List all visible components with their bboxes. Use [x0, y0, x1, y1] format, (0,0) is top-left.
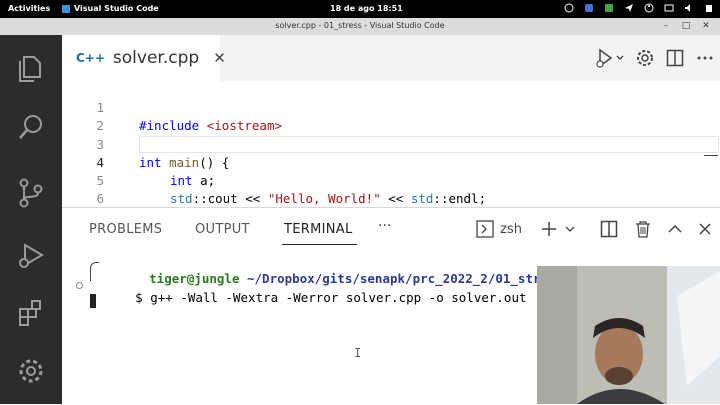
editor: C++ solver.cpp ✕ 1 #include <iostream> 2… — [62, 35, 720, 205]
code-line: 3 int main() { — [62, 118, 720, 170]
maximize-panel-icon[interactable] — [660, 216, 690, 242]
editor-tabs: C++ solver.cpp ✕ — [62, 35, 720, 81]
maximize-icon[interactable]: □ — [680, 20, 692, 32]
code-line: 6 return 0; — [62, 172, 720, 205]
extensions-icon[interactable] — [15, 297, 47, 329]
code-line: 5 std::cout << "Hello, World!" << std::e… — [62, 154, 720, 205]
settings-gear-icon[interactable] — [630, 35, 660, 81]
window-title-bar[interactable]: solver.cpp - 01_stress - Visual Studio C… — [0, 18, 720, 36]
chevron-down-icon[interactable] — [562, 216, 592, 242]
gnome-top-bar: Activities Visual Studio Code 18 de ago … — [0, 0, 720, 18]
trash-icon[interactable] — [626, 216, 660, 242]
system-tray[interactable] — [564, 3, 714, 13]
activities-button[interactable]: Activities — [8, 4, 50, 13]
split-editor-icon[interactable] — [660, 35, 690, 81]
terminal-selector[interactable]: zsh — [476, 216, 536, 242]
editor-tab-label: solver.cpp — [112, 48, 200, 68]
accessibility-icon[interactable] — [644, 3, 654, 13]
terminal-cursor — [90, 294, 96, 308]
tray-app-icon[interactable] — [564, 3, 574, 13]
run-debug-button[interactable] — [590, 35, 630, 81]
gear-icon[interactable] — [15, 355, 47, 387]
editor-tab-solver[interactable]: C++ solver.cpp ✕ — [62, 35, 226, 81]
tab-output[interactable]: OUTPUT — [195, 222, 250, 237]
clock[interactable]: 18 de ago 18:51 — [330, 4, 403, 13]
code-line-active: 4 int a; — [62, 136, 720, 188]
terminal-actions: zsh — [476, 216, 720, 242]
volume-icon[interactable] — [684, 3, 694, 13]
close-icon[interactable]: ✕ — [213, 49, 226, 67]
cpp-file-icon: C++ — [76, 51, 105, 65]
tray-app-icon-3[interactable] — [604, 3, 614, 13]
tab-terminal[interactable]: TERMINAL — [284, 222, 353, 237]
new-terminal-icon[interactable] — [536, 216, 562, 242]
terminal-command-line: $ g++ -Wall -Wextra -Werror solver.cpp -… — [90, 275, 527, 320]
activity-bar — [0, 35, 62, 404]
tab-problems[interactable]: PROBLEMS — [89, 222, 162, 237]
search-icon[interactable] — [15, 111, 47, 143]
mouse-ibeam-cursor: I — [354, 346, 362, 360]
code-area[interactable]: 1 #include <iostream> 2 3 int main() { 4… — [62, 81, 720, 205]
send-icon[interactable] — [624, 3, 634, 13]
run-debug-icon[interactable] — [15, 239, 47, 271]
window-title: solver.cpp - 01_stress - Visual Studio C… — [275, 21, 445, 30]
files-icon[interactable] — [15, 51, 47, 83]
prompt-symbol: $ — [135, 290, 143, 305]
minimize-icon[interactable]: – — [660, 20, 672, 32]
code-line: 7 } — [62, 190, 720, 205]
panel-tabs: PROBLEMS OUTPUT TERMINAL ··· zsh — [62, 208, 720, 248]
more-panels-icon[interactable]: ··· — [378, 218, 391, 234]
vscode-icon — [62, 4, 70, 13]
active-tab-indicator — [282, 244, 357, 245]
terminal-command: g++ -Wall -Wextra -Werror solver.cpp -o … — [150, 290, 527, 305]
app-name: Visual Studio Code — [74, 4, 159, 13]
more-actions-icon[interactable] — [690, 35, 720, 81]
terminal-name: zsh — [500, 221, 522, 237]
webcam-overlay — [537, 266, 720, 404]
close-window-icon[interactable]: ✕ — [700, 20, 712, 32]
app-menu[interactable]: Visual Studio Code — [62, 4, 159, 13]
editor-actions — [590, 35, 720, 81]
code-line: 2 — [62, 99, 720, 133]
code-line: 1 #include <iostream> — [62, 81, 720, 133]
split-terminal-icon[interactable] — [592, 216, 626, 242]
terminal-icon — [476, 220, 494, 238]
command-decoration-icon[interactable] — [76, 282, 83, 289]
network-icon[interactable] — [664, 3, 674, 13]
tray-app-icon-2[interactable] — [584, 3, 594, 13]
source-control-icon[interactable] — [15, 177, 47, 209]
close-panel-icon[interactable] — [690, 216, 720, 242]
power-icon[interactable] — [704, 3, 714, 13]
